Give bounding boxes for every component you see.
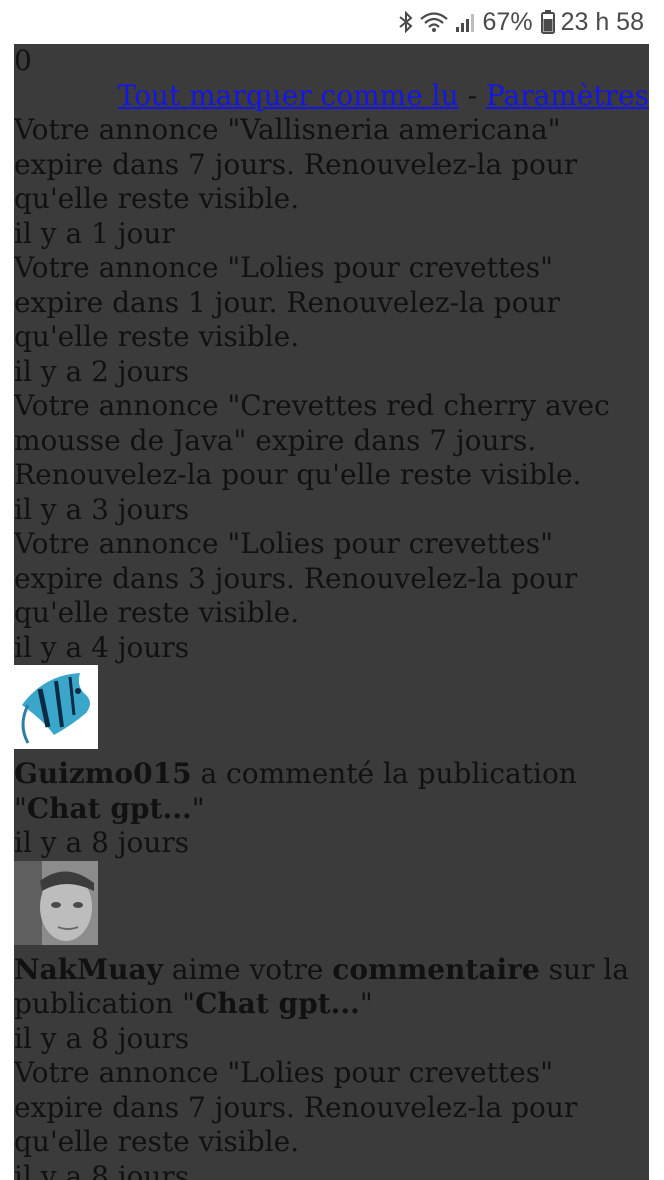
notification-text: Votre annonce "Lolies pour crevettes" ex… bbox=[14, 251, 560, 353]
clock: 23 h 58 bbox=[560, 7, 644, 36]
notification-text: Votre annonce "Lolies pour crevettes" ex… bbox=[14, 527, 578, 629]
notification-text: Votre annonce "Lolies pour crevettes" ex… bbox=[14, 1056, 578, 1158]
battery-icon bbox=[540, 10, 555, 34]
notification-item[interactable]: Votre annonce "Lolies pour crevettes" ex… bbox=[14, 527, 649, 665]
notification-text: Votre annonce "Vallisneria americana" ex… bbox=[14, 113, 578, 215]
notification-item[interactable]: Votre annonce "Lolies pour crevettes" ex… bbox=[14, 1056, 649, 1180]
notification-text: Votre annonce "Crevettes red cherry avec… bbox=[14, 389, 610, 491]
notification-time: il y a 8 jours bbox=[14, 1021, 190, 1055]
publication-title[interactable]: Chat gpt... bbox=[27, 792, 192, 825]
status-bar: 67% 23 h 58 bbox=[0, 0, 664, 44]
user-photo-icon bbox=[14, 860, 98, 945]
notification-actions: Tout marquer comme lu - Paramètres bbox=[14, 79, 649, 114]
settings-link[interactable]: Paramètres bbox=[486, 79, 649, 112]
notification-item[interactable]: Votre annonce "Vallisneria americana" ex… bbox=[14, 113, 649, 251]
publication-title[interactable]: Chat gpt... bbox=[195, 987, 360, 1020]
notification-item[interactable]: Votre annonce "Lolies pour crevettes" ex… bbox=[14, 251, 649, 389]
signal-icon bbox=[455, 11, 477, 33]
notification-time: il y a 8 jours bbox=[14, 1159, 190, 1180]
user-name[interactable]: Guizmo015 bbox=[14, 757, 192, 790]
notification-time: il y a 4 jours bbox=[14, 630, 190, 664]
notification-text: NakMuay aime votre commentaire sur la pu… bbox=[14, 952, 629, 1021]
notification-time: il y a 2 jours bbox=[14, 354, 190, 388]
battery-percent: 67% bbox=[482, 7, 533, 36]
wifi-icon bbox=[419, 11, 449, 33]
notification-count: 0 bbox=[14, 44, 32, 77]
notification-text: Guizmo015 a commenté la publication "Cha… bbox=[14, 757, 577, 825]
notification-item[interactable]: Votre annonce "Crevettes red cherry avec… bbox=[14, 389, 649, 527]
notification-item[interactable]: Guizmo015 a commenté la publication "Cha… bbox=[14, 665, 649, 861]
notification-time: il y a 3 jours bbox=[14, 492, 190, 526]
bluetooth-icon bbox=[398, 11, 413, 33]
avatar[interactable] bbox=[14, 665, 98, 749]
notifications-panel: 0 Tout marquer comme lu - Paramètres Vot… bbox=[14, 44, 649, 1180]
link-separator: - bbox=[467, 78, 478, 112]
notification-item[interactable]: NakMuay aime votre commentaire sur la pu… bbox=[14, 860, 649, 1057]
angelfish-icon bbox=[14, 665, 98, 749]
mark-all-read-link[interactable]: Tout marquer comme lu bbox=[118, 79, 459, 112]
comment-link[interactable]: commentaire bbox=[332, 953, 539, 986]
avatar[interactable] bbox=[14, 860, 98, 945]
user-name[interactable]: NakMuay bbox=[14, 953, 163, 986]
notification-time: il y a 8 jours bbox=[14, 826, 190, 859]
notification-time: il y a 1 jour bbox=[14, 216, 175, 250]
